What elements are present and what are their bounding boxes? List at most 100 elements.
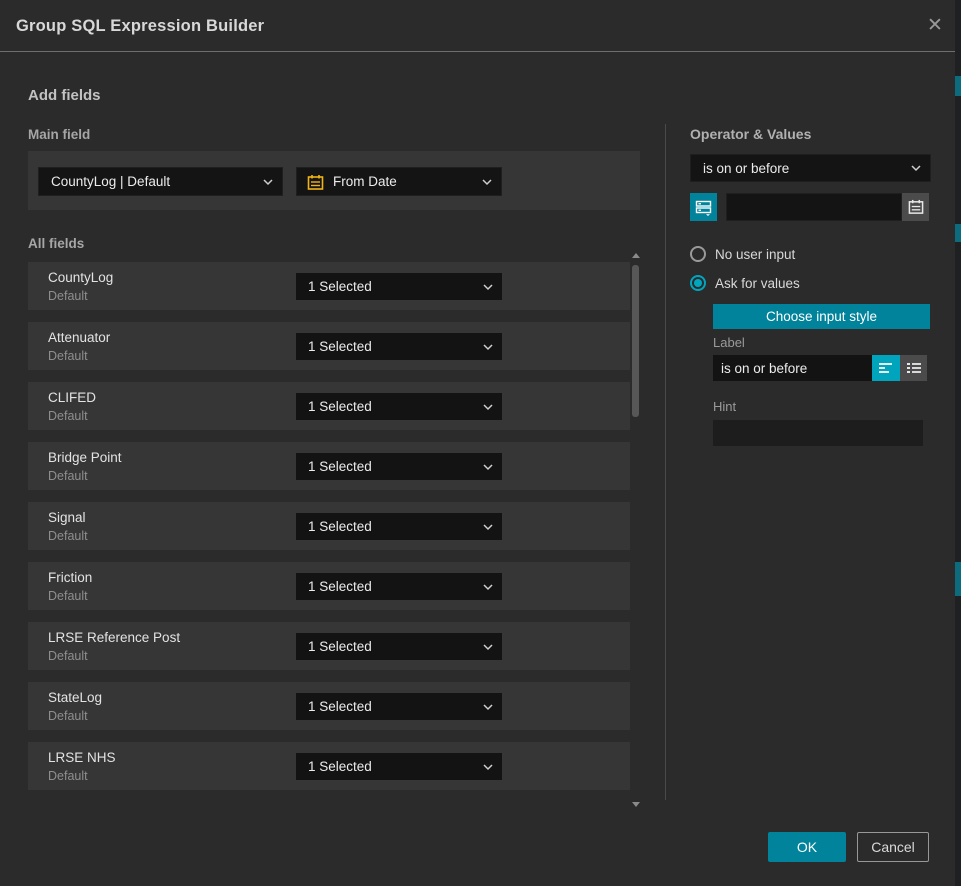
field-name: Attenuator [48,330,110,345]
background-highlight [955,562,961,596]
field-row-lrse-nhs: LRSE NHS Default 1 Selected [28,742,630,790]
unique-values-icon-button[interactable] [690,193,717,221]
dialog-title: Group SQL Expression Builder [16,0,264,52]
field-selection-dropdown[interactable]: 1 Selected [296,573,502,600]
all-fields-heading: All fields [28,236,84,251]
ok-button[interactable]: OK [768,832,846,862]
field-dropdown-value: From Date [333,174,397,189]
field-name: LRSE NHS [48,750,116,765]
field-row-signal: Signal Default 1 Selected [28,502,630,550]
label-input[interactable] [713,355,872,381]
background-app-sliver [955,0,961,886]
field-name: CLIFED [48,390,96,405]
chevron-down-icon [911,165,921,172]
field-sublabel: Default [48,529,88,543]
field-name: StateLog [48,690,102,705]
field-selection-dropdown[interactable]: 1 Selected [296,393,502,420]
field-sublabel: Default [48,289,88,303]
list-scrollbar[interactable] [630,252,641,808]
main-field-field-dropdown[interactable]: From Date [296,167,502,196]
layer-dropdown-value: CountyLog | Default [51,174,170,189]
field-selection-dropdown[interactable]: 1 Selected [296,453,502,480]
field-sublabel: Default [48,589,88,603]
operator-dropdown[interactable]: is on or before [690,154,931,182]
single-line-input-style-button[interactable] [872,355,900,381]
chevron-down-icon [263,179,273,186]
value-input[interactable] [726,193,902,221]
cancel-button[interactable]: Cancel [857,832,929,862]
field-row-statelog: StateLog Default 1 Selected [28,682,630,730]
selection-count: 1 Selected [308,579,372,594]
selection-count: 1 Selected [308,339,372,354]
chevron-down-icon [483,704,493,711]
field-row-clifed: CLIFED Default 1 Selected [28,382,630,430]
chevron-down-icon [482,179,492,186]
chevron-down-icon [483,464,493,471]
field-name: Signal [48,510,86,525]
chevron-down-icon [483,524,493,531]
chevron-down-icon [483,764,493,771]
main-field-heading: Main field [28,127,90,142]
operator-value: is on or before [703,161,789,176]
choose-input-style-button[interactable]: Choose input style [713,304,930,329]
single-line-input-icon [878,361,894,375]
field-selection-dropdown[interactable]: 1 Selected [296,333,502,360]
dialog-titlebar: Group SQL Expression Builder [0,0,955,52]
scroll-up-icon[interactable] [632,253,640,258]
selection-count: 1 Selected [308,279,372,294]
field-name: CountyLog [48,270,113,285]
background-highlight [955,76,961,96]
operator-values-heading: Operator & Values [690,126,811,142]
chevron-down-icon [483,284,493,291]
group-sql-expression-builder-dialog: Group SQL Expression Builder ✕ Add field… [0,0,961,886]
close-icon[interactable]: ✕ [922,13,948,39]
label-caption: Label [713,335,745,350]
main-field-layer-dropdown[interactable]: CountyLog | Default [38,167,283,196]
field-sublabel: Default [48,469,88,483]
chevron-down-icon [483,644,493,651]
scroll-down-icon[interactable] [632,802,640,807]
field-sublabel: Default [48,409,88,423]
field-sublabel: Default [48,349,88,363]
field-selection-dropdown[interactable]: 1 Selected [296,633,502,660]
hint-input[interactable] [713,420,923,446]
add-fields-heading: Add fields [28,87,101,104]
field-selection-dropdown[interactable]: 1 Selected [296,513,502,540]
calendar-picker-button[interactable] [902,193,929,221]
radio-ask-for-values[interactable]: Ask for values [690,275,800,291]
field-row-friction: Friction Default 1 Selected [28,562,630,610]
radio-label: No user input [715,247,795,262]
hint-caption: Hint [713,399,736,414]
field-row-attenuator: Attenuator Default 1 Selected [28,322,630,370]
selection-count: 1 Selected [308,699,372,714]
calendar-icon [307,174,324,191]
list-input-icon [906,361,922,375]
field-selection-dropdown[interactable]: 1 Selected [296,693,502,720]
field-sublabel: Default [48,709,88,723]
field-sublabel: Default [48,649,88,663]
panel-divider [665,124,666,800]
radio-circle-icon [690,246,706,262]
selection-count: 1 Selected [308,519,372,534]
field-selection-dropdown[interactable]: 1 Selected [296,753,502,780]
selection-count: 1 Selected [308,639,372,654]
field-name: Bridge Point [48,450,122,465]
radio-no-user-input[interactable]: No user input [690,246,795,262]
field-row-lrse-reference-post: LRSE Reference Post Default 1 Selected [28,622,630,670]
field-row-bridge-point: Bridge Point Default 1 Selected [28,442,630,490]
chevron-down-icon [483,584,493,591]
chevron-down-icon [483,344,493,351]
calendar-icon [908,199,924,215]
list-input-style-button[interactable] [900,355,927,381]
chevron-down-icon [483,404,493,411]
scrollbar-thumb[interactable] [632,265,639,417]
background-highlight [955,224,961,242]
field-name: Friction [48,570,92,585]
field-selection-dropdown[interactable]: 1 Selected [296,273,502,300]
selection-count: 1 Selected [308,399,372,414]
field-sublabel: Default [48,769,88,783]
selection-count: 1 Selected [308,459,372,474]
selection-count: 1 Selected [308,759,372,774]
radio-circle-icon [690,275,706,291]
radio-label: Ask for values [715,276,800,291]
